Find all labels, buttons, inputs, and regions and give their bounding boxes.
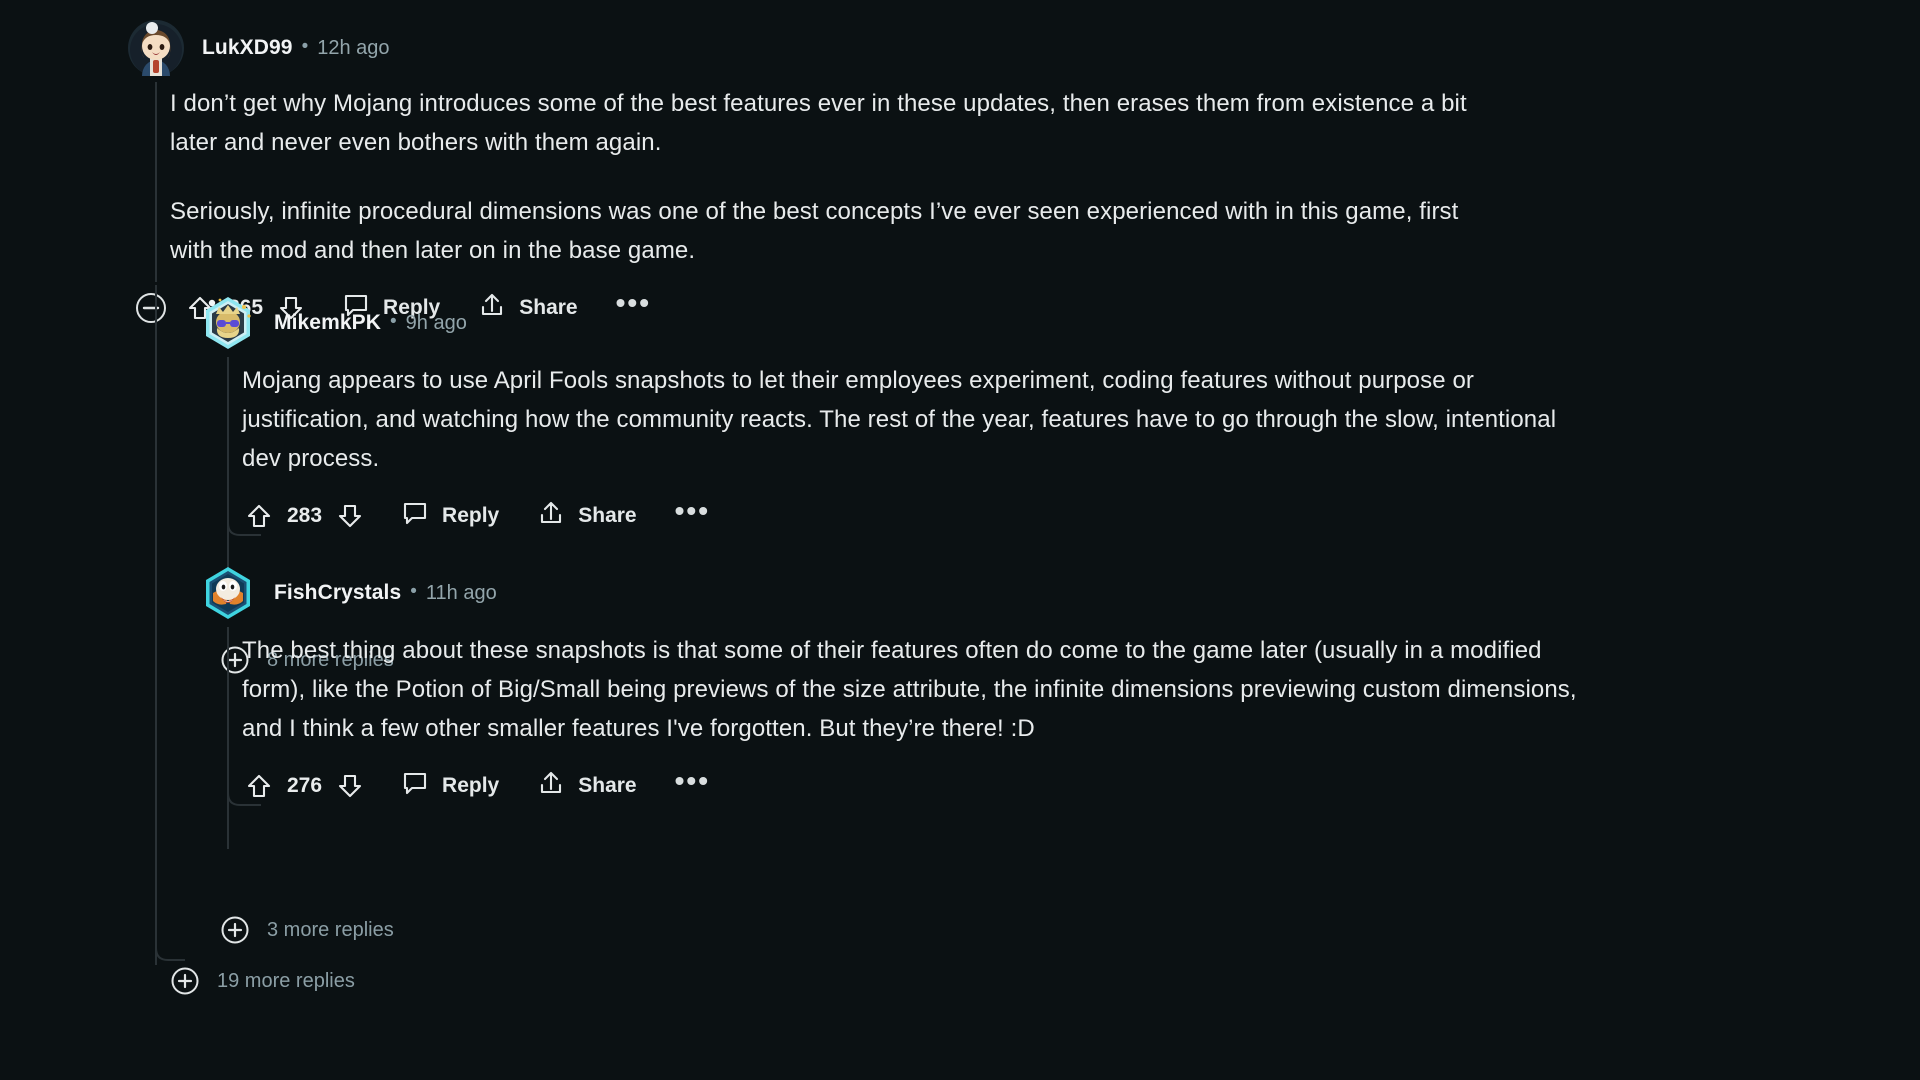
more-options-button[interactable]: ••• xyxy=(674,495,711,526)
comment-body: The best thing about these snapshots is … xyxy=(242,631,1582,748)
comment-timestamp: 11h ago xyxy=(425,581,497,604)
header-separator: • xyxy=(301,35,309,57)
comment-body: I don’t get why Mojang introduces some o… xyxy=(170,84,1490,270)
plus-circle-icon xyxy=(220,915,250,945)
comment-paragraph: Mojang appears to use April Fools snapsh… xyxy=(242,367,1557,472)
more-replies-fishcrystals[interactable]: 3 more replies xyxy=(220,910,394,950)
threadline-curve xyxy=(227,775,261,806)
comment-paragraph: I don’t get why Mojang introduces some o… xyxy=(170,90,1467,156)
share-arrow-icon xyxy=(537,769,565,803)
comment-header: LukXD99 • 12h ago xyxy=(128,20,1828,76)
share-button[interactable]: Share xyxy=(537,499,637,533)
more-options-icon: ••• xyxy=(674,765,711,796)
comment-bubble-icon xyxy=(401,499,429,533)
more-replies-label: 19 more replies xyxy=(217,969,355,992)
threadline-curve xyxy=(227,505,261,536)
downvote-arrow-icon[interactable] xyxy=(335,501,365,531)
comment-timestamp: 12h ago xyxy=(317,36,390,59)
header-separator: • xyxy=(410,580,417,602)
minus-circle-icon[interactable] xyxy=(134,291,168,325)
plus-circle-icon xyxy=(170,966,200,996)
author-name[interactable]: FishCrystals xyxy=(274,581,401,605)
vote-score: 276 xyxy=(287,774,323,797)
comment-actions: 276 Reply Share ••• xyxy=(244,764,1820,808)
comment-lukxd99: LukXD99 • 12h ago I don’t get why Mojang… xyxy=(128,20,1828,330)
reply-button[interactable]: Reply xyxy=(401,769,499,803)
author-name[interactable]: MikemkPK xyxy=(274,311,381,335)
comment-fishcrystals: FishCrystals • 11h ago The best thing ab… xyxy=(200,565,1820,849)
vote-score: 283 xyxy=(287,504,323,527)
avatar[interactable] xyxy=(200,295,256,351)
avatar[interactable] xyxy=(200,565,256,621)
comment-paragraph: Seriously, infinite procedural dimension… xyxy=(170,198,1459,264)
comment-header: MikemkPK • 9h ago xyxy=(200,295,1820,351)
share-arrow-icon xyxy=(537,499,565,533)
share-label: Share xyxy=(578,504,637,527)
comment-mikemkpk: MikemkPK • 9h ago Mojang appears to use … xyxy=(200,295,1820,579)
comment-paragraph: The best thing about these snapshots is … xyxy=(242,637,1577,742)
comment-header: FishCrystals • 11h ago xyxy=(200,565,1820,621)
more-replies-thread[interactable]: 19 more replies xyxy=(170,961,355,1001)
reply-button[interactable]: Reply xyxy=(401,499,499,533)
comment-timestamp: 9h ago xyxy=(405,311,467,334)
comment-thread: LukXD99 • 12h ago I don’t get why Mojang… xyxy=(0,0,1920,1080)
reply-label: Reply xyxy=(442,774,500,797)
more-options-button[interactable]: ••• xyxy=(674,765,711,796)
threadline-reply-1 xyxy=(227,357,229,579)
more-options-icon: ••• xyxy=(674,495,711,526)
threadline-root xyxy=(155,82,157,282)
share-button[interactable]: Share xyxy=(537,769,637,803)
share-label: Share xyxy=(578,774,637,797)
downvote-arrow-icon[interactable] xyxy=(335,771,365,801)
more-replies-label: 3 more replies xyxy=(267,918,394,941)
threadline-reply-2 xyxy=(227,627,229,849)
header-separator: • xyxy=(390,310,397,332)
avatar[interactable] xyxy=(128,20,184,76)
comment-actions: 283 Reply Share ••• xyxy=(244,494,1820,538)
comment-bubble-icon xyxy=(401,769,429,803)
reply-label: Reply xyxy=(442,504,500,527)
threadline-root-continued xyxy=(155,285,157,965)
comment-body: Mojang appears to use April Fools snapsh… xyxy=(242,361,1562,478)
author-name[interactable]: LukXD99 xyxy=(202,36,293,60)
